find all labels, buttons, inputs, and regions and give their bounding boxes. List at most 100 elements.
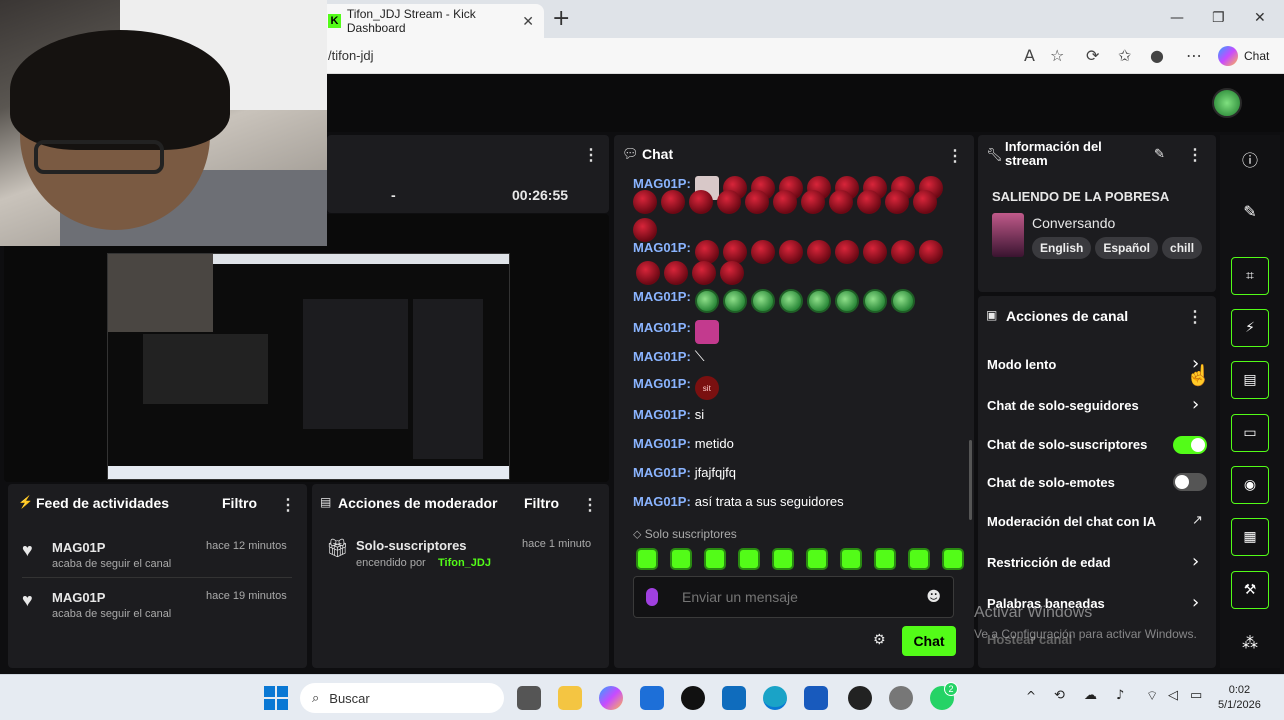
chevron-right-icon[interactable]: › bbox=[1192, 394, 1199, 415]
task-view-icon[interactable] bbox=[517, 686, 541, 710]
copilot-button[interactable]: Chat bbox=[1218, 46, 1269, 66]
file-explorer-icon[interactable] bbox=[558, 686, 582, 710]
info-icon[interactable]: ⓘ bbox=[1231, 140, 1269, 178]
chat-scrollbar[interactable] bbox=[969, 440, 972, 520]
minimize-icon[interactable]: — bbox=[1170, 10, 1184, 26]
sub-emote-icon[interactable] bbox=[908, 548, 930, 570]
mod-filter-button[interactable]: Filtro bbox=[524, 495, 559, 511]
feed-menu-icon[interactable]: ⋮ bbox=[280, 495, 296, 515]
sub-emote-icon[interactable] bbox=[670, 548, 692, 570]
actions-menu-icon[interactable]: ⋮ bbox=[1187, 307, 1203, 327]
maximize-icon[interactable]: ❐ bbox=[1212, 10, 1225, 26]
store-icon[interactable] bbox=[640, 686, 664, 710]
url-field[interactable]: /tifon-jdj bbox=[328, 48, 374, 63]
sub-emote-icon[interactable] bbox=[840, 548, 862, 570]
chat-menu-icon[interactable]: ⋮ bbox=[947, 146, 963, 166]
mod-menu-icon[interactable]: ⋮ bbox=[582, 495, 598, 515]
sub-emote-icon[interactable] bbox=[772, 548, 794, 570]
browser-tab[interactable]: K Tifon_JDJ Stream - Kick Dashboard ✕ bbox=[318, 4, 544, 38]
chat-message-input[interactable] bbox=[682, 589, 927, 605]
chevron-right-icon[interactable]: › bbox=[1192, 551, 1199, 572]
category-name[interactable]: Conversando bbox=[1032, 215, 1115, 231]
chat-username[interactable]: MAG01P: bbox=[633, 376, 691, 391]
onedrive-icon[interactable]: ☁ bbox=[1084, 688, 1097, 703]
edit-pencil-icon[interactable]: ✎ bbox=[1154, 146, 1165, 162]
copilot-taskbar-icon[interactable] bbox=[599, 686, 623, 710]
stream-preview-video[interactable] bbox=[107, 253, 510, 480]
sub-emote-icon[interactable] bbox=[942, 548, 964, 570]
action-followers-only[interactable]: Chat de solo-seguidores bbox=[987, 398, 1139, 413]
chat-send-button[interactable]: Chat bbox=[902, 626, 956, 656]
chat-username[interactable]: MAG01P: bbox=[633, 349, 691, 364]
chat-username[interactable]: MAG01P: bbox=[633, 289, 691, 304]
more-menu-icon[interactable]: ⋯ bbox=[1186, 46, 1202, 65]
mic-icon[interactable] bbox=[646, 588, 658, 606]
tiktok-icon[interactable] bbox=[681, 686, 705, 710]
edit-icon[interactable]: ✎ bbox=[1231, 192, 1269, 230]
chevron-right-icon[interactable]: › bbox=[1192, 592, 1199, 613]
battery-icon[interactable]: ▭ bbox=[1190, 688, 1202, 703]
chat-input-box[interactable]: ☻ bbox=[633, 576, 954, 618]
tools-icon[interactable]: ⚒ bbox=[1231, 571, 1269, 609]
feed-filter-button[interactable]: Filtro bbox=[222, 495, 257, 511]
info-menu-icon[interactable]: ⋮ bbox=[1187, 145, 1203, 165]
system-clock[interactable]: 0:02 5/1/2026 bbox=[1218, 683, 1261, 713]
emoji-picker-icon[interactable]: ☻ bbox=[926, 589, 941, 605]
sub-emote-icon[interactable] bbox=[806, 548, 828, 570]
extensions-icon[interactable]: ⟳ bbox=[1086, 46, 1099, 65]
edge-icon[interactable] bbox=[763, 686, 787, 710]
window-close-icon[interactable]: ✕ bbox=[1254, 10, 1266, 26]
chat-settings-icon[interactable]: ⚙ bbox=[873, 632, 886, 648]
feed-item-user[interactable]: MAG01P bbox=[52, 540, 105, 555]
sub-emote-icon[interactable] bbox=[738, 548, 760, 570]
mod-item-user[interactable]: Tifon_JDJ bbox=[438, 557, 491, 569]
chat-username[interactable]: MAG01P: bbox=[633, 320, 691, 335]
sub-emote-icon[interactable] bbox=[874, 548, 896, 570]
profile-icon[interactable]: ● bbox=[1150, 46, 1164, 65]
obs-icon[interactable] bbox=[848, 686, 872, 710]
chat-icon[interactable]: ▭ bbox=[1231, 414, 1269, 452]
tab-close-icon[interactable]: ✕ bbox=[522, 13, 534, 30]
windows-start-icon[interactable] bbox=[264, 686, 288, 710]
lightning-icon[interactable]: ⚡ bbox=[1231, 309, 1269, 347]
chat-message: MAG01P: bbox=[633, 320, 719, 344]
notes-icon[interactable]: ▤ bbox=[1231, 361, 1269, 399]
clip-capture-icon[interactable]: ⌗ bbox=[1231, 257, 1269, 295]
microphone-icon[interactable]: ♪ bbox=[1116, 688, 1124, 703]
red-emote-icon bbox=[717, 190, 741, 214]
subscribers-only-toggle[interactable] bbox=[1173, 436, 1207, 454]
read-aloud-icon[interactable]: A bbox=[1024, 46, 1035, 65]
settings-icon[interactable] bbox=[889, 686, 913, 710]
favorites-icon[interactable]: ✩ bbox=[1118, 46, 1131, 65]
layout-icon[interactable]: ▦ bbox=[1231, 518, 1269, 556]
action-ai-moderation[interactable]: Moderación del chat con IA bbox=[987, 514, 1156, 529]
emotes-only-toggle[interactable] bbox=[1173, 473, 1207, 491]
tray-expand-icon[interactable]: ^ bbox=[1026, 689, 1036, 703]
sync-icon[interactable]: ⟲ bbox=[1054, 688, 1065, 703]
stats-menu-icon[interactable]: ⋮ bbox=[583, 145, 599, 165]
favorite-star-icon[interactable]: ☆ bbox=[1050, 46, 1064, 65]
volume-icon[interactable]: ◁ bbox=[1168, 688, 1178, 703]
user-avatar[interactable] bbox=[1212, 88, 1242, 118]
connections-icon[interactable]: ⁂ bbox=[1231, 623, 1269, 661]
broadcast-icon[interactable]: ◉ bbox=[1231, 466, 1269, 504]
word-icon[interactable] bbox=[804, 686, 828, 710]
chat-username[interactable]: MAG01P: bbox=[633, 494, 691, 509]
action-subscribers-only[interactable]: Chat de solo-suscriptores bbox=[987, 437, 1147, 452]
chat-username[interactable]: MAG01P: bbox=[633, 240, 691, 255]
external-link-icon[interactable]: ↗ bbox=[1192, 513, 1203, 528]
outlook-icon[interactable] bbox=[722, 686, 746, 710]
new-tab-icon[interactable]: + bbox=[552, 6, 570, 31]
feed-item-user[interactable]: MAG01P bbox=[52, 590, 105, 605]
chat-username[interactable]: MAG01P: bbox=[633, 176, 691, 191]
action-age-restriction[interactable]: Restricción de edad bbox=[987, 555, 1111, 570]
action-slow-mode[interactable]: Modo lento bbox=[987, 357, 1056, 372]
taskbar-search[interactable]: ⌕ Buscar bbox=[300, 683, 504, 713]
chat-username[interactable]: MAG01P: bbox=[633, 436, 691, 451]
chat-username[interactable]: MAG01P: bbox=[633, 465, 691, 480]
action-emotes-only[interactable]: Chat de solo-emotes bbox=[987, 475, 1115, 490]
chat-username[interactable]: MAG01P: bbox=[633, 407, 691, 422]
sub-emote-icon[interactable] bbox=[704, 548, 726, 570]
wifi-icon[interactable]: ⌔ bbox=[1146, 688, 1158, 704]
sub-emote-icon[interactable] bbox=[636, 548, 658, 570]
